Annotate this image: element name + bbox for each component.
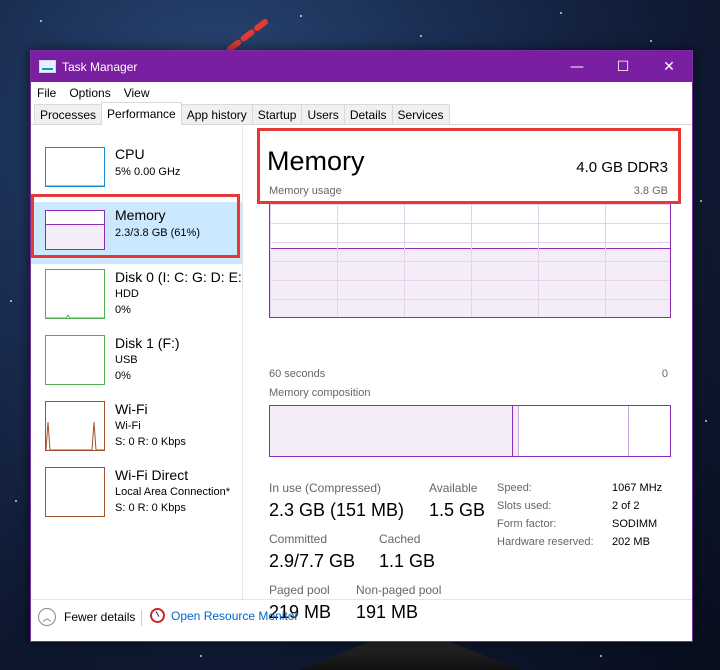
sidebar-item-disk-1[interactable]: Disk 1 (F:) USB 0%: [31, 332, 242, 394]
fewer-details-button[interactable]: ︿ Fewer details: [38, 608, 135, 626]
disk-0-thumbnail-graph: [45, 269, 105, 319]
in-use-value: 2.3 GB (151 MB): [269, 500, 405, 520]
close-button[interactable]: ✕: [646, 51, 692, 82]
tab-performance[interactable]: Performance: [101, 102, 182, 125]
sidebar-item-detail: 2.3/3.8 GB (61%): [115, 227, 200, 239]
sidebar-item-throughput: S: 0 R: 0 Kbps: [115, 436, 186, 448]
sidebar-item-label: Memory: [115, 207, 166, 223]
in-use-label: In use (Compressed): [269, 481, 382, 495]
speed-label: Speed:: [497, 482, 532, 494]
sidebar-item-label: Disk 0 (I: C: G: D: E:: [115, 269, 242, 285]
memory-composition-label: Memory composition: [269, 387, 371, 399]
maximize-button[interactable]: ☐: [600, 51, 646, 82]
committed-label: Committed: [269, 532, 328, 546]
sidebar-item-wifi[interactable]: Wi-Fi Wi-Fi S: 0 R: 0 Kbps: [31, 398, 242, 460]
committed-value: 2.9/7.7 GB: [269, 551, 356, 571]
sidebar-item-detail: Wi-Fi: [115, 420, 141, 432]
disk-1-thumbnail-graph: [45, 335, 105, 385]
memory-thumbnail-graph: [45, 210, 105, 250]
sidebar-item-label: Disk 1 (F:): [115, 335, 180, 351]
sidebar-item-label: Wi-Fi Direct: [115, 467, 189, 483]
menu-view[interactable]: View: [118, 86, 157, 100]
memory-detail-panel: Memory 4.0 GB DDR3 Memory usage 3.8 GB 6…: [245, 126, 692, 622]
composition-in-use: [270, 406, 513, 456]
speed-value: 1067 MHz: [612, 482, 663, 494]
sidebar-item-detail: USB: [115, 354, 138, 366]
fewer-details-label: Fewer details: [64, 610, 136, 624]
cached-label: Cached: [379, 532, 421, 546]
sidebar-item-cpu[interactable]: CPU 5% 0.00 GHz: [31, 140, 242, 202]
wifi-direct-thumbnail-graph: [45, 467, 105, 517]
non-paged-pool-label: Non-paged pool: [356, 583, 442, 597]
form-factor-value: SODIMM: [612, 518, 658, 530]
time-axis-zero: 0: [661, 368, 668, 380]
window-title: Task Manager: [62, 59, 138, 74]
memory-usage-max: 3.8 GB: [633, 185, 668, 197]
memory-heading: Memory: [267, 146, 365, 176]
task-manager-window: Task Manager — ☐ ✕ File Options View Pro…: [30, 50, 693, 642]
cpu-thumbnail-graph: [45, 147, 105, 187]
composition-free: [629, 406, 670, 456]
chevron-up-icon: ︿: [38, 608, 56, 626]
sidebar-item-throughput: S: 0 R: 0 Kbps: [115, 502, 186, 514]
available-value: 1.5 GB: [429, 500, 486, 520]
tab-strip: Processes Performance App history Startu…: [31, 102, 692, 125]
menu-options[interactable]: Options: [63, 86, 117, 100]
hardware-reserved-value: 202 MB: [612, 536, 650, 548]
memory-usage-graph: [269, 203, 671, 318]
composition-standby: [519, 406, 629, 456]
menu-bar: File Options View: [31, 82, 692, 103]
title-bar[interactable]: Task Manager — ☐ ✕: [31, 51, 692, 82]
sidebar-item-wifi-direct[interactable]: Wi-Fi Direct Local Area Connection* S: 0…: [31, 464, 242, 526]
slots-used-label: Slots used:: [497, 500, 552, 512]
memory-composition-bar: [269, 405, 671, 457]
cached-value: 1.1 GB: [379, 551, 436, 571]
memory-usage-label: Memory usage: [269, 185, 342, 197]
open-resource-monitor-link[interactable]: Open Resource Monitor: [150, 608, 298, 623]
resource-monitor-icon: [150, 608, 165, 623]
tab-startup[interactable]: Startup: [251, 104, 303, 124]
resource-monitor-label: Open Resource Monitor: [171, 608, 299, 623]
footer-divider: [141, 610, 142, 626]
paged-pool-label: Paged pool: [269, 583, 330, 597]
sidebar-item-label: Wi-Fi: [115, 401, 148, 417]
sidebar-item-detail: Local Area Connection*: [115, 486, 230, 498]
footer-bar: ︿ Fewer details Open Resource Monitor: [31, 599, 692, 641]
tab-processes[interactable]: Processes: [34, 104, 103, 124]
sidebar-item-usage: 0%: [115, 370, 131, 382]
tab-users[interactable]: Users: [301, 104, 345, 124]
available-label: Available: [429, 481, 478, 495]
sidebar-item-detail: HDD: [115, 288, 139, 300]
resource-sidebar: CPU 5% 0.00 GHz Memory 2.3/3.8 GB (61%) …: [31, 126, 243, 599]
wifi-thumbnail-graph: [45, 401, 105, 451]
tab-services[interactable]: Services: [391, 104, 450, 124]
form-factor-label: Form factor:: [497, 518, 557, 530]
memory-capacity: 4.0 GB DDR3: [576, 159, 668, 176]
sidebar-item-detail: 5% 0.00 GHz: [115, 166, 181, 178]
sidebar-item-memory[interactable]: Memory 2.3/3.8 GB (61%): [31, 202, 242, 264]
tab-app-history[interactable]: App history: [180, 104, 253, 124]
slots-used-value: 2 of 2: [612, 500, 640, 512]
time-axis-label: 60 seconds: [269, 368, 326, 380]
hardware-reserved-label: Hardware reserved:: [497, 536, 594, 548]
tab-details[interactable]: Details: [343, 104, 393, 124]
minimize-button[interactable]: —: [554, 51, 600, 82]
sidebar-item-usage: 0%: [115, 304, 131, 316]
sidebar-item-label: CPU: [115, 146, 145, 162]
task-manager-icon: [39, 60, 56, 73]
menu-file[interactable]: File: [31, 86, 63, 100]
sidebar-item-disk-0[interactable]: Disk 0 (I: C: G: D: E: HDD 0%: [31, 266, 242, 328]
